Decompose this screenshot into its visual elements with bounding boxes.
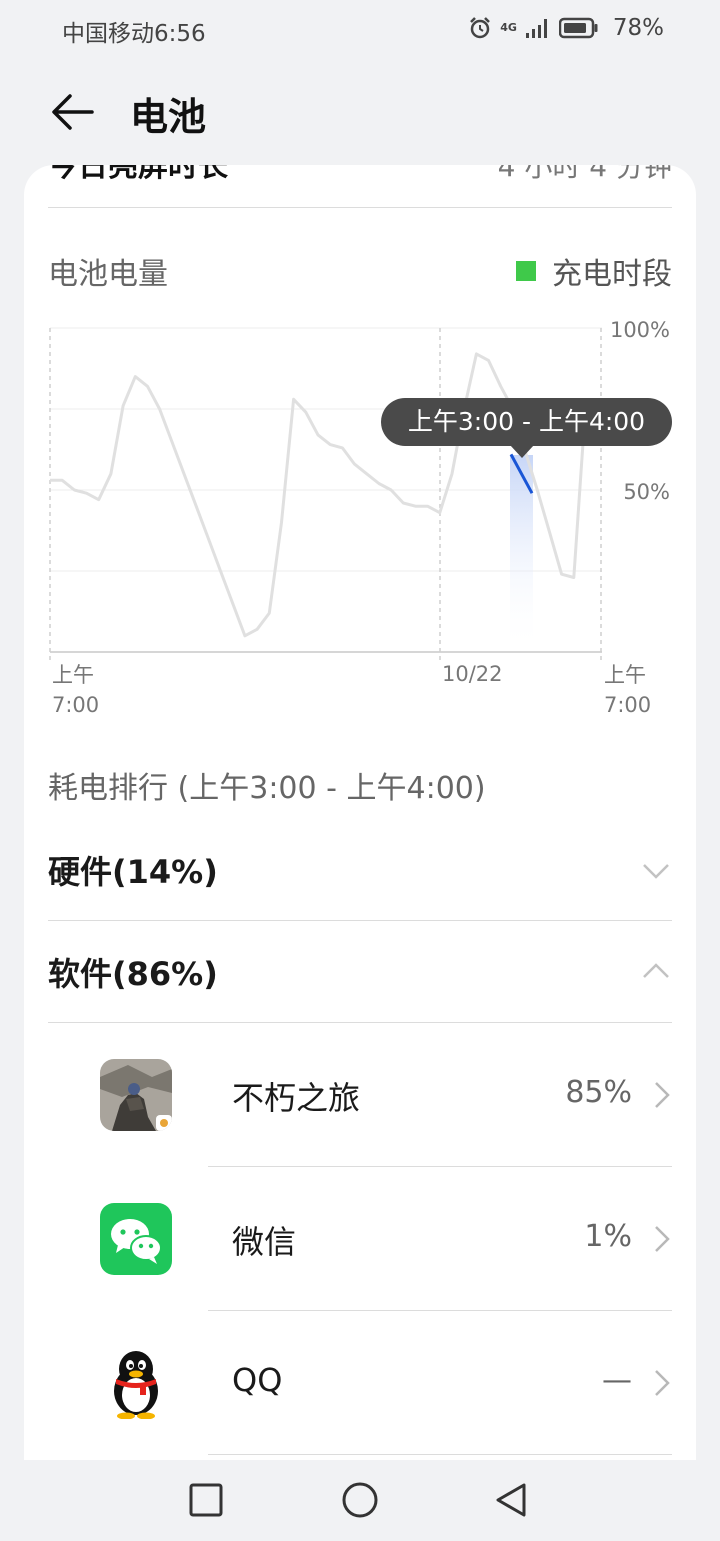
x-tick-date: 10/22 — [442, 662, 503, 686]
hardware-label: 硬件(14%) — [48, 853, 218, 891]
highlight-band — [510, 455, 533, 652]
signal-icon — [525, 19, 547, 38]
legend-swatch — [516, 261, 536, 281]
tooltip-arrow — [510, 445, 534, 458]
chevron-right-icon — [655, 1082, 670, 1108]
alarm-icon — [470, 17, 491, 39]
app-name: 不朽之旅 — [232, 1079, 361, 1117]
app-row-qq[interactable]: QQ — — [48, 1311, 672, 1455]
chevron-right-icon — [655, 1226, 670, 1252]
divider — [208, 1454, 672, 1455]
software-group-row[interactable]: 软件(86%) — [48, 922, 672, 1022]
carrier-name: 中国移动 — [62, 21, 154, 47]
legend: 充电时段 — [516, 249, 672, 293]
divider — [48, 207, 672, 208]
network-type: 4G — [500, 21, 517, 34]
divider — [48, 920, 672, 921]
battery-icon — [558, 17, 598, 39]
app-row-wechat[interactable]: 微信 1% — [48, 1167, 672, 1311]
screen-on-time-row[interactable]: 今日亮屏时长 4 小时 4 分钟 — [48, 165, 672, 185]
wechat-icon — [100, 1203, 172, 1275]
battery-percent: 78% — [612, 15, 664, 41]
app-usage: — — [602, 1363, 632, 1398]
status-bar: 中国移动6:56 4G 78% — [0, 0, 720, 56]
screen-on-time-label: 今日亮屏时长 — [48, 165, 228, 184]
battery-level-line — [50, 352, 588, 638]
system-nav-bar — [0, 1460, 720, 1541]
x-tick-start-line1: 上午 — [52, 663, 94, 687]
back-arrow-icon[interactable] — [48, 86, 100, 138]
y-tick-50: 50% — [623, 480, 670, 504]
battery-card: 今日亮屏时长 4 小时 4 分钟 电池电量 充电时段 100% 50% 上午 7… — [24, 165, 696, 1460]
app-name: QQ — [232, 1361, 283, 1399]
home-icon[interactable] — [340, 1480, 380, 1520]
app-usage: 1% — [584, 1219, 632, 1254]
screen-on-time-value: 4 小时 4 分钟 — [497, 165, 672, 183]
chart-tooltip: 上午3:00 - 上午4:00 — [381, 398, 672, 446]
app-row-game[interactable]: 不朽之旅 85% — [48, 1023, 672, 1167]
x-tick-labels: 上午 7:00 10/22 上午 7:00 — [52, 662, 651, 717]
legend-label: 充电时段 — [552, 257, 672, 292]
carrier-time: 中国移动6:56 — [62, 14, 206, 48]
battery-level-title: 电池电量 — [48, 257, 168, 292]
x-tick-start-line2: 7:00 — [52, 693, 99, 717]
status-icons: 4G 78% — [468, 12, 664, 44]
app-name: 微信 — [232, 1223, 297, 1261]
x-tick-end-line1: 上午 — [604, 663, 646, 687]
recent-apps-icon[interactable] — [186, 1480, 226, 1520]
game-app-icon — [100, 1059, 172, 1131]
ranking-title: 耗电排行 (上午3:00 - 上午4:00) — [48, 771, 486, 806]
battery-level-chart[interactable]: 100% 50% 上午 7:00 10/22 上午 7:00 — [24, 305, 696, 725]
hardware-group-row[interactable]: 硬件(14%) — [48, 820, 672, 920]
app-usage: 85% — [565, 1075, 632, 1110]
chevron-down-icon — [643, 864, 669, 879]
software-label: 软件(86%) — [48, 955, 218, 993]
page-title: 电池 — [130, 95, 207, 139]
battery-page: 中国移动6:56 4G 78% 电池 今日亮屏时长 4 小时 4 分钟 电池电量… — [0, 0, 720, 1541]
qq-penguin-icon — [100, 1347, 172, 1419]
chevron-up-icon — [643, 963, 669, 978]
chevron-right-icon — [655, 1370, 670, 1396]
y-tick-100: 100% — [610, 318, 670, 342]
x-tick-end-line2: 7:00 — [604, 693, 651, 717]
app-header: 电池 — [0, 78, 720, 146]
back-icon[interactable] — [492, 1480, 532, 1520]
clock: 6:56 — [154, 21, 206, 47]
